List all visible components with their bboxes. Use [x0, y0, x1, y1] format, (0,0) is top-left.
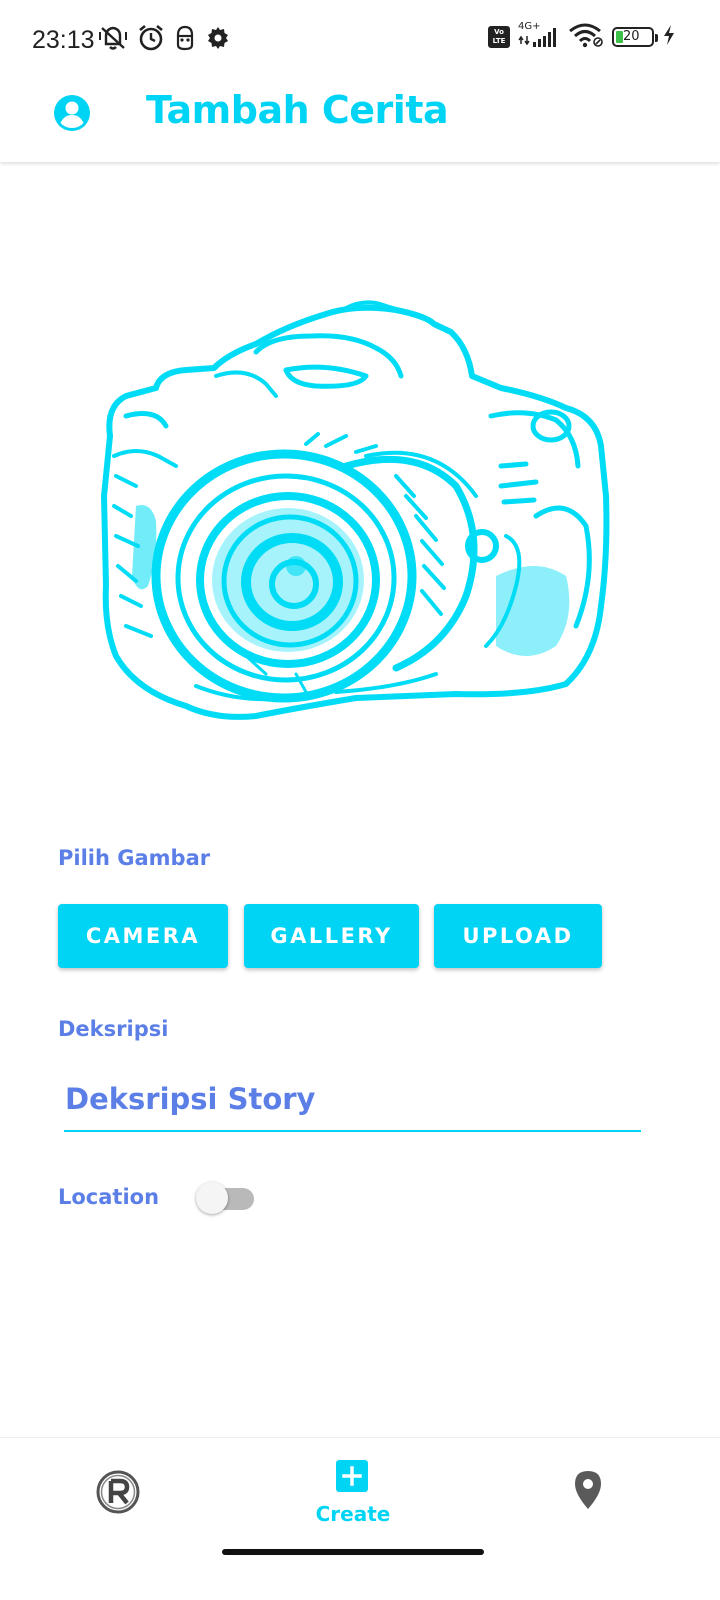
status-time: 23:13	[32, 26, 95, 54]
upload-button[interactable]: UPLOAD	[434, 904, 602, 968]
status-icons-right: Vo LTE 4G+ 20	[488, 21, 676, 52]
camera-button[interactable]: CAMERA	[58, 904, 228, 968]
signal-icon: 4G+	[518, 21, 560, 50]
alarm-icon	[138, 24, 164, 56]
toggle-knob	[196, 1182, 228, 1214]
description-label: Deksripsi	[58, 1017, 169, 1041]
image-preview	[96, 296, 614, 728]
image-section-label: Pilih Gambar	[58, 846, 211, 870]
home-indicator[interactable]	[222, 1549, 484, 1555]
description-input[interactable]: Deksripsi Story	[64, 1076, 641, 1132]
r-logo-icon[interactable]	[96, 1470, 140, 1514]
gallery-button[interactable]: GALLERY	[244, 904, 419, 968]
bottom-navigation: Create	[0, 1437, 720, 1600]
battery-icon: 20	[612, 27, 658, 47]
battery-fill	[616, 31, 623, 43]
status-bar: 23:13 Vo LTE 4G+ 20	[0, 0, 720, 80]
location-label: Location	[58, 1185, 160, 1209]
location-toggle[interactable]	[196, 1180, 258, 1216]
map-pin-icon[interactable]	[574, 1470, 602, 1510]
settings-gear-icon	[206, 26, 230, 54]
charging-bolt-icon	[662, 24, 676, 50]
status-icons-left	[98, 24, 230, 56]
nav-create[interactable]: Create	[300, 1458, 406, 1538]
app-bar: Tambah Cerita	[0, 80, 720, 162]
privacy-icon	[174, 25, 196, 55]
plus-box-icon	[336, 1460, 368, 1492]
wifi-icon	[568, 22, 604, 52]
profile-icon[interactable]	[53, 94, 91, 132]
battery-nub	[655, 34, 658, 42]
description-placeholder: Deksripsi Story	[65, 1082, 316, 1116]
battery-level: 20	[623, 29, 640, 44]
page-title: Tambah Cerita	[146, 88, 449, 132]
muted-bell-icon	[98, 24, 128, 56]
nav-create-label: Create	[315, 1502, 391, 1526]
volte-icon: Vo LTE	[488, 26, 510, 48]
